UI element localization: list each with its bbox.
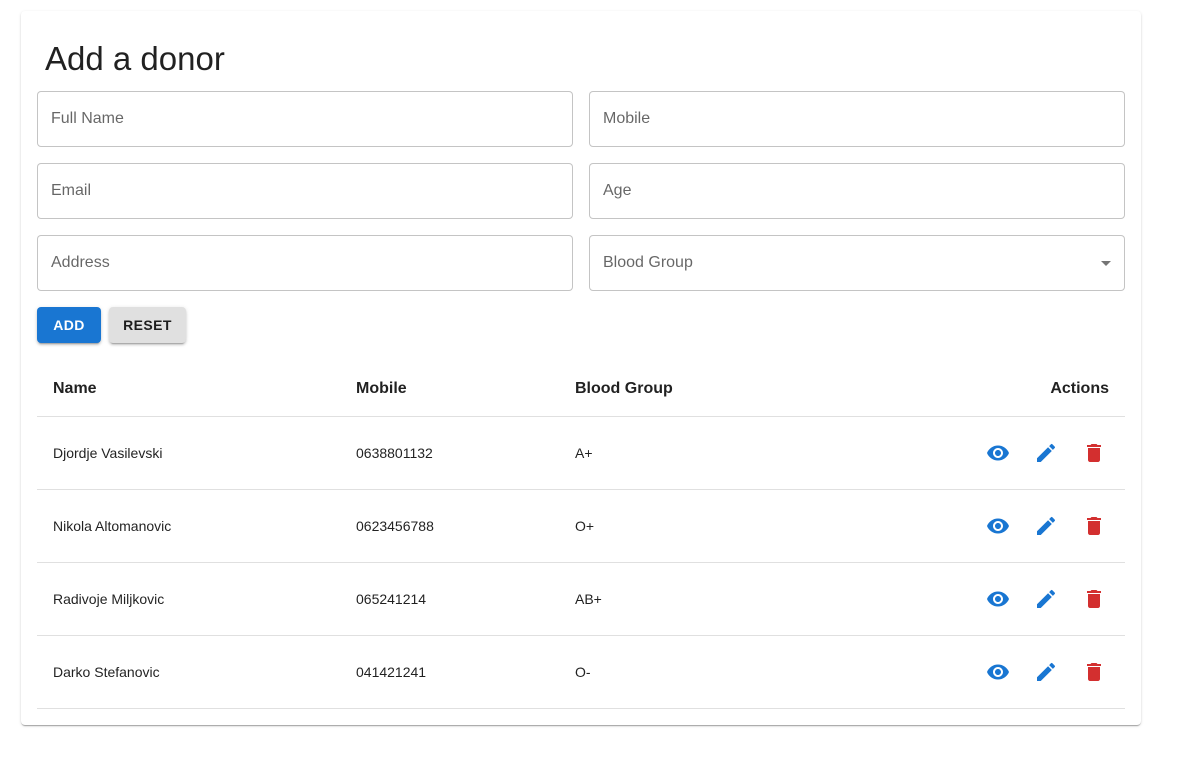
pencil-icon[interactable]: [1034, 587, 1058, 611]
cell-name: Radivoje Miljkovic: [53, 591, 165, 607]
row-actions: [986, 417, 1106, 489]
blood-group-select[interactable]: Blood Group: [589, 235, 1125, 291]
trash-icon[interactable]: [1082, 587, 1106, 611]
header-name: Name: [53, 379, 97, 397]
eye-icon[interactable]: [986, 660, 1010, 684]
email-field[interactable]: [37, 163, 573, 219]
pencil-icon[interactable]: [1034, 514, 1058, 538]
eye-icon[interactable]: [986, 441, 1010, 465]
row-actions: [986, 490, 1106, 562]
pencil-icon[interactable]: [1034, 441, 1058, 465]
mobile-field[interactable]: [589, 91, 1125, 147]
age-field[interactable]: [589, 163, 1125, 219]
trash-icon[interactable]: [1082, 514, 1106, 538]
cell-blood-group: O-: [575, 664, 591, 680]
header-blood-group: Blood Group: [575, 379, 673, 397]
table-row: Darko Stefanovic 041421241 O-: [37, 636, 1125, 709]
cell-name: Nikola Altomanovic: [53, 518, 172, 534]
email-input[interactable]: [38, 164, 572, 218]
header-mobile: Mobile: [356, 379, 407, 397]
page-title: Add a donor: [45, 40, 225, 77]
full-name-field[interactable]: [37, 91, 573, 147]
mobile-input[interactable]: [590, 92, 1124, 146]
row-actions: [986, 636, 1106, 708]
cell-mobile: 0623456788: [356, 518, 434, 534]
cell-name: Darko Stefanovic: [53, 664, 160, 680]
donor-table: Name Mobile Blood Group Actions Djordje …: [37, 361, 1125, 709]
header-actions: Actions: [1050, 379, 1109, 397]
eye-icon[interactable]: [986, 514, 1010, 538]
cell-blood-group: O+: [575, 518, 595, 534]
age-input[interactable]: [590, 164, 1124, 218]
cell-blood-group: A+: [575, 445, 593, 461]
address-input[interactable]: [38, 236, 572, 290]
address-field[interactable]: [37, 235, 573, 291]
cell-name: Djordje Vasilevski: [53, 445, 163, 461]
donor-card: Add a donor Blood Group ADD RESET Name M…: [21, 11, 1141, 725]
trash-icon[interactable]: [1082, 441, 1106, 465]
table-row: Nikola Altomanovic 0623456788 O+: [37, 490, 1125, 563]
table-row: Radivoje Miljkovic 065241214 AB+: [37, 563, 1125, 636]
cell-mobile: 041421241: [356, 664, 427, 680]
eye-icon[interactable]: [986, 587, 1010, 611]
reset-button[interactable]: RESET: [109, 307, 186, 343]
trash-icon[interactable]: [1082, 660, 1106, 684]
chevron-down-icon: [1101, 261, 1111, 266]
add-button[interactable]: ADD: [37, 307, 101, 343]
table-header-row: Name Mobile Blood Group Actions: [37, 361, 1125, 417]
cell-mobile: 065241214: [356, 591, 427, 607]
cell-blood-group: AB+: [575, 591, 602, 607]
cell-mobile: 0638801132: [356, 445, 433, 461]
table-row: Djordje Vasilevski 0638801132 A+: [37, 417, 1125, 490]
blood-group-select-label: Blood Group: [603, 254, 693, 271]
full-name-input[interactable]: [38, 92, 572, 146]
row-actions: [986, 563, 1106, 635]
pencil-icon[interactable]: [1034, 660, 1058, 684]
